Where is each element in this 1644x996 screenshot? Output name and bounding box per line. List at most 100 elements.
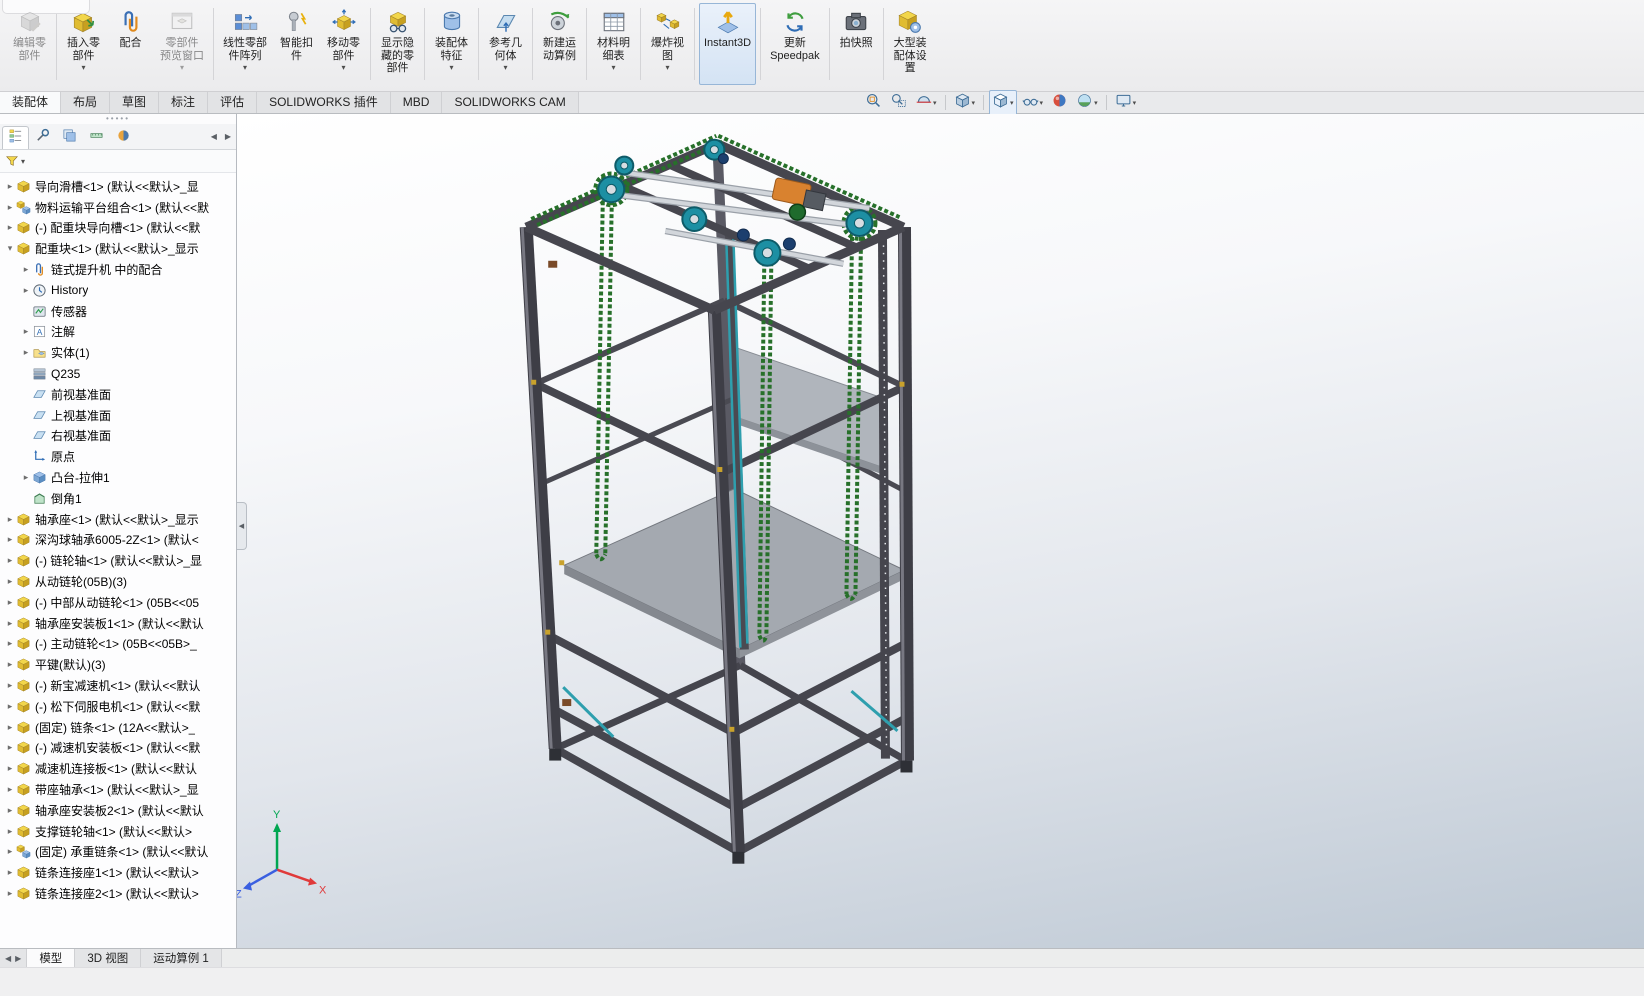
tree-item[interactable]: 倒角1	[0, 488, 236, 509]
tree-item[interactable]: ▸ 凸台-拉伸1	[0, 467, 236, 488]
manager-nav-right-icon[interactable]: ▶	[222, 130, 234, 143]
ribbon-button-linear-pattern[interactable]: 线性零部 件阵列 ▾	[218, 3, 272, 85]
tree-expand-icon[interactable]: ▸	[4, 555, 16, 566]
manager-nav-left-icon[interactable]: ◀	[208, 130, 220, 143]
dropdown-caret-icon[interactable]: ▾	[611, 63, 615, 72]
tree-expand-icon[interactable]: ▸	[4, 888, 16, 899]
panel-collapse-handle[interactable]: ◀	[237, 502, 247, 550]
ribbon-button-snapshot[interactable]: 拍快照	[834, 3, 879, 85]
tree-item[interactable]: ▸ 轴承座<1> (默认<<默认>_显示	[0, 509, 236, 530]
tree-expand-icon[interactable]: ▸	[4, 722, 16, 733]
command-tab-0[interactable]: 装配体	[0, 92, 62, 113]
tree-item[interactable]: ▸ (-) 配重块导向槽<1> (默认<<默	[0, 218, 236, 239]
ribbon-button-reference-geometry[interactable]: 参考几 何体 ▾	[483, 3, 528, 85]
ribbon-button-move-component[interactable]: 移动零 部件 ▾	[321, 3, 366, 85]
tree-item[interactable]: ▸ 导向滑槽<1> (默认<<默认>_显	[0, 176, 236, 197]
tree-item[interactable]: ▸ (-) 链轮轴<1> (默认<<默认>_显	[0, 550, 236, 571]
tree-item[interactable]: ▸ A 注解	[0, 322, 236, 343]
dropdown-caret-icon[interactable]: ▾	[665, 63, 669, 72]
dropdown-caret-icon[interactable]: ▾	[81, 63, 85, 72]
tree-item[interactable]: ▸ (固定) 承重链条<1> (默认<<默认	[0, 842, 236, 863]
viewport-3d[interactable]: Y X Z	[237, 114, 1644, 948]
manager-tab-feature[interactable]	[2, 126, 29, 149]
tree-expand-icon[interactable]: ▸	[4, 181, 16, 192]
tree-expand-icon[interactable]: ▸	[4, 618, 16, 629]
dropdown-caret-icon[interactable]: ▾	[449, 63, 453, 72]
ribbon-button-instant3d[interactable]: Instant3D	[699, 3, 757, 85]
command-tab-5[interactable]: SOLIDWORKS 插件	[257, 92, 391, 113]
tree-expand-icon[interactable]: ▸	[4, 763, 16, 774]
command-tab-7[interactable]: SOLIDWORKS CAM	[442, 92, 579, 113]
tree-item[interactable]: ▸ 链式提升机 中的配合	[0, 259, 236, 280]
dropdown-caret-icon[interactable]: ▾	[1040, 99, 1044, 107]
command-tab-1[interactable]: 布局	[61, 92, 111, 113]
doc-nav-left-icon[interactable]: ◀	[5, 954, 11, 963]
hud-button-zoom-fit[interactable]	[862, 90, 885, 116]
tree-expand-icon[interactable]: ▸	[4, 659, 16, 670]
filter-caret-icon[interactable]: ▾	[21, 157, 25, 166]
tree-expand-icon[interactable]: ▸	[4, 576, 16, 587]
tree-expand-icon[interactable]: ▸	[4, 514, 16, 525]
tree-expand-icon[interactable]: ▸	[4, 534, 16, 545]
dropdown-caret-icon[interactable]: ▾	[180, 63, 184, 72]
tree-expand-icon[interactable]: ▸	[4, 826, 16, 837]
tree-expand-icon[interactable]: ▸	[4, 805, 16, 816]
hud-button-display-style[interactable]: ▾	[989, 89, 1017, 116]
hud-button-view-settings[interactable]: ▾	[1112, 90, 1140, 116]
ribbon-button-mate[interactable]: 配合	[108, 3, 153, 85]
ribbon-button-large-assembly[interactable]: 大型装 配体设置	[888, 3, 933, 85]
tree-expand-icon[interactable]: ▸	[4, 222, 16, 233]
tree-expand-icon[interactable]: ▸	[4, 742, 16, 753]
tree-item[interactable]: ▸ (-) 减速机安装板<1> (默认<<默	[0, 738, 236, 759]
panel-grip[interactable]: •••••	[0, 114, 236, 124]
tree-item[interactable]: ▸ 支撑链轮轴<1> (默认<<默认>	[0, 821, 236, 842]
tree-item[interactable]: ▸ 链条连接座1<1> (默认<<默认>	[0, 862, 236, 883]
dropdown-caret-icon[interactable]: ▾	[243, 63, 247, 72]
dropdown-caret-icon[interactable]: ▾	[1010, 99, 1014, 107]
tree-item[interactable]: ▸ 平键(默认)(3)	[0, 654, 236, 675]
manager-tab-display[interactable]	[110, 126, 137, 149]
tree-item[interactable]: ▾ 配重块<1> (默认<<默认>_显示	[0, 238, 236, 259]
tree-item[interactable]: ▸ 轴承座安装板1<1> (默认<<默认	[0, 613, 236, 634]
ribbon-button-update-speedpak[interactable]: 更新 Speedpak	[765, 3, 825, 85]
tree-expand-icon[interactable]: ▸	[20, 347, 32, 358]
ribbon-button-bom[interactable]: 材料明 细表 ▾	[591, 3, 636, 85]
tree-item[interactable]: Q235	[0, 363, 236, 384]
tree-item[interactable]: ▸ 带座轴承<1> (默认<<默认>_显	[0, 779, 236, 800]
tree-item[interactable]: ▸ (-) 新宝减速机<1> (默认<<默认	[0, 675, 236, 696]
manager-tab-config[interactable]	[56, 126, 83, 149]
command-tab-4[interactable]: 评估	[208, 92, 258, 113]
document-tab-1[interactable]: 3D 视图	[75, 949, 142, 967]
hud-button-edit-appearance[interactable]	[1048, 90, 1071, 116]
tree-item[interactable]: ▸ 实体(1)	[0, 342, 236, 363]
dropdown-caret-icon[interactable]: ▾	[503, 63, 507, 72]
ribbon-button-show-hidden[interactable]: 显示隐 藏的零 部件	[375, 3, 420, 85]
tree-item[interactable]: ▸ (-) 松下伺服电机<1> (默认<<默	[0, 696, 236, 717]
command-tab-2[interactable]: 草图	[110, 92, 160, 113]
hud-button-section[interactable]: ▾	[912, 90, 940, 116]
tree-item[interactable]: ▸ 链条连接座2<1> (默认<<默认>	[0, 883, 236, 904]
dropdown-caret-icon[interactable]: ▾	[341, 63, 345, 72]
tree-item[interactable]: ▸ 轴承座安装板2<1> (默认<<默认	[0, 800, 236, 821]
document-tab-0[interactable]: 模型	[27, 949, 76, 967]
tree-expand-icon[interactable]: ▸	[4, 701, 16, 712]
ribbon-button-new-motion-study[interactable]: 新建运 动算例	[537, 3, 582, 85]
tree-expand-icon[interactable]: ▸	[4, 680, 16, 691]
tree-expand-icon[interactable]: ▸	[4, 846, 16, 857]
dropdown-caret-icon[interactable]: ▾	[933, 99, 937, 107]
ribbon-button-insert-components[interactable]: 插入零 部件 ▾	[61, 3, 106, 85]
tree-expand-icon[interactable]: ▸	[4, 597, 16, 608]
tree-expand-icon[interactable]: ▸	[20, 264, 32, 275]
ribbon-button-assembly-features[interactable]: 装配体 特征 ▾	[429, 3, 474, 85]
tree-item[interactable]: ▸ (-) 主动链轮<1> (05B<<05B>_	[0, 634, 236, 655]
doc-nav-right-icon[interactable]: ▶	[15, 954, 21, 963]
tree-expand-icon[interactable]: ▸	[20, 285, 32, 296]
tree-item[interactable]: 右视基准面	[0, 426, 236, 447]
tree-expand-icon[interactable]: ▸	[20, 326, 32, 337]
tree-item[interactable]: 前视基准面	[0, 384, 236, 405]
manager-tab-property[interactable]	[29, 126, 56, 149]
tree-item[interactable]: 原点	[0, 446, 236, 467]
ribbon-button-smart-fasteners[interactable]: 智能扣件	[274, 3, 319, 85]
tree-expand-icon[interactable]: ▸	[4, 784, 16, 795]
filter-funnel-icon[interactable]	[5, 154, 19, 168]
